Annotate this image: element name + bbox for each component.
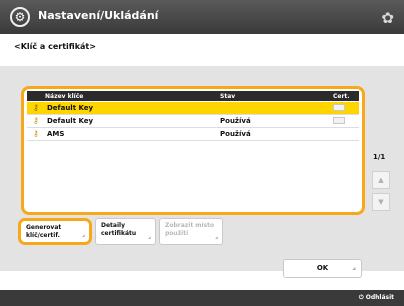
ok-label: OK: [316, 264, 329, 272]
logout-button[interactable]: ⏻ Odhlásit: [359, 294, 394, 302]
status-bar: ⏻ Odhlásit: [0, 290, 404, 306]
key-icon: ⚷: [33, 103, 39, 112]
certificate-details-button[interactable]: Detaily certifikátu ⌟: [95, 218, 156, 245]
settings-circle-icon: ⚙: [10, 7, 30, 27]
key-icon: ⚷: [33, 129, 39, 138]
corner-mark-icon: ⌟: [148, 233, 151, 240]
show-usage-label: Zobrazit místo použití: [165, 222, 215, 237]
key-name: AMS: [47, 130, 65, 138]
scroll-down-button[interactable]: ▼: [372, 193, 390, 211]
key-certificate-list[interactable]: Název klíče Stav Cert. ⚷ Default Key ⚷ D…: [21, 86, 365, 215]
certificate-icon: [333, 117, 345, 124]
ok-button[interactable]: OK ⌟: [283, 259, 362, 278]
key-name: Default Key: [47, 104, 94, 112]
header-key-name[interactable]: Název klíče: [45, 93, 83, 100]
corner-mark-icon: ⌟: [352, 263, 356, 271]
show-usage-button[interactable]: Zobrazit místo použití ⌟: [159, 218, 223, 245]
list-item[interactable]: ⚷ Default Key Používá: [27, 115, 359, 128]
certificate-details-label: Detaily certifikátu: [101, 222, 137, 237]
scroll-up-button[interactable]: ▲: [372, 171, 390, 189]
generate-key-button[interactable]: Generovat klíč/certif. ⌟: [18, 218, 92, 245]
key-name: Default Key: [47, 117, 94, 125]
key-use-status: Používá: [220, 117, 251, 125]
page-indicator: 1/1: [373, 153, 386, 161]
corner-mark-icon: ⌟: [82, 231, 85, 238]
header-cert[interactable]: Cert.: [333, 93, 350, 100]
generate-key-label: Generovat klíč/certif.: [26, 224, 62, 239]
certificate-icon: [333, 104, 345, 111]
key-use-status: Používá: [220, 130, 251, 138]
corner-mark-icon: ⌟: [215, 233, 218, 240]
logout-label: Odhlásit: [365, 294, 394, 301]
list-item[interactable]: ⚷ AMS Používá: [27, 128, 359, 141]
key-icon: ⚷: [33, 116, 39, 125]
gear-icon[interactable]: ✿: [381, 9, 394, 27]
header-use[interactable]: Stav: [220, 93, 235, 100]
list-header: Název klíče Stav Cert.: [27, 91, 359, 101]
list-item[interactable]: ⚷ Default Key: [27, 102, 359, 115]
page-title: Nastavení/Ukládání: [38, 9, 159, 22]
page-subtitle: <Klíč a certifikát>: [14, 42, 96, 51]
title-bar: ⚙ Nastavení/Ukládání ✿: [0, 0, 404, 34]
